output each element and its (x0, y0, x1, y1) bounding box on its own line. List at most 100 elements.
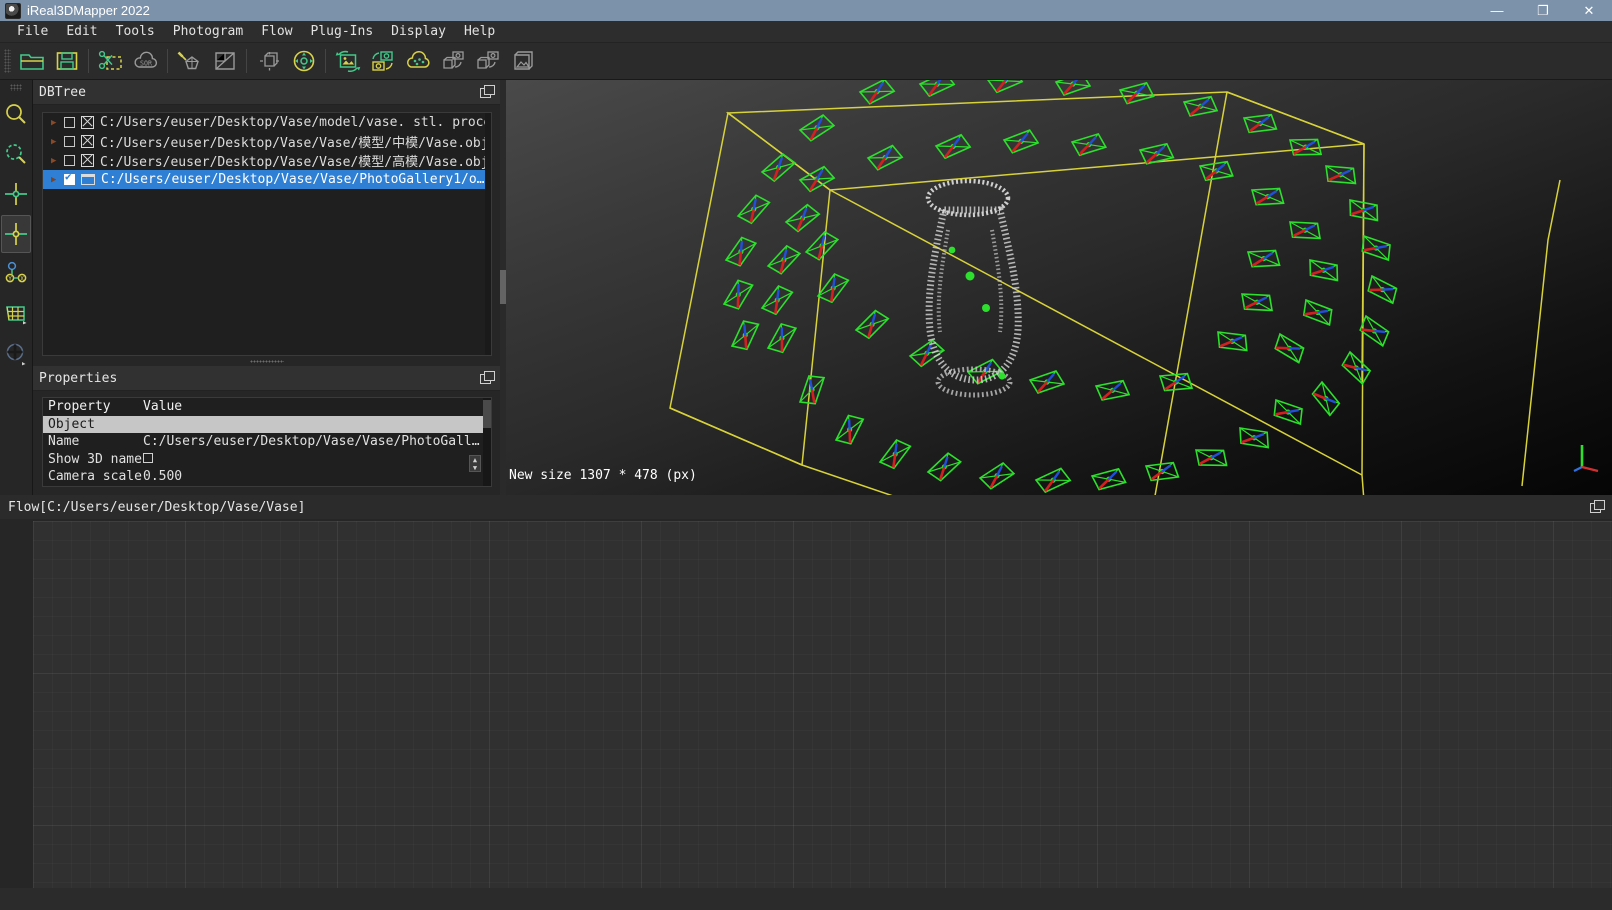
tree-item-label: C:/Users/euser/Desktop/Vase/Vase/模型/中模/V… (100, 136, 489, 151)
property-value: 0.500 (143, 469, 183, 485)
navigate-icon[interactable] (286, 46, 321, 77)
maximize-button[interactable]: ❐ (1520, 0, 1566, 21)
mesh-icon (81, 135, 94, 148)
expand-arrow-icon[interactable]: ▶ (51, 175, 64, 185)
magnifier-icon[interactable] (1, 95, 31, 133)
float-window-icon[interactable] (480, 371, 495, 385)
property-key: Object (48, 416, 95, 432)
flow-bottom-bar (0, 888, 1612, 910)
dock-splitter[interactable] (33, 356, 500, 366)
property-row-current-pic[interactable]: Current Pic GPUimg… (43, 486, 491, 487)
mesh-icon (81, 116, 94, 129)
column-header-value: Value (143, 399, 183, 415)
properties-scrollbar[interactable] (483, 398, 491, 486)
tree-item-checkbox[interactable] (64, 117, 75, 128)
cloud-camera-icon[interactable] (470, 46, 505, 77)
camera-sync-icon[interactable] (365, 46, 400, 77)
property-row-camera-scale[interactable]: Camera scale 0.500 (43, 468, 491, 486)
camera-scale-spinner[interactable]: ▲ ▼ (469, 455, 481, 472)
mesh-icon (81, 154, 94, 167)
toolbar-separator (167, 49, 168, 73)
texture-box-icon[interactable] (505, 46, 540, 77)
float-window-icon[interactable] (480, 85, 495, 99)
flow-left-rail (0, 521, 33, 910)
tree-item-checkbox[interactable] (64, 171, 75, 185)
property-key: Camera scale (48, 469, 142, 485)
rail-grip[interactable] (10, 84, 22, 91)
crosshair-point-icon[interactable] (1, 175, 31, 213)
dbtree-title: DBTree (39, 84, 86, 100)
viewport-splitter-grip[interactable] (500, 270, 506, 304)
hammer-mesh-icon[interactable] (172, 46, 207, 77)
tree-item-label: C:/Users/euser/Desktop/Vase/Vase/模型/高模/V… (100, 155, 489, 170)
property-row-name[interactable]: Name C:/Users/euser/Desktop/Vase/Vase/Ph… (43, 433, 491, 451)
menu-item-help[interactable]: Help (455, 22, 504, 41)
dbtree-scrollbar[interactable] (485, 113, 491, 355)
properties-title: Properties (39, 370, 118, 386)
property-value: C:/Users/euser/Desktop/Vase/Vase/PhotoGa… (143, 434, 480, 450)
window-controls: — ❐ ✕ (1474, 0, 1612, 21)
axis-gizmo-icon (1572, 437, 1606, 473)
crosshair-center-icon[interactable] (1, 215, 31, 253)
toolbar-grip[interactable] (4, 49, 11, 73)
toolbar-separator (88, 49, 89, 73)
cut-selection-icon[interactable] (93, 46, 128, 77)
tree-item[interactable]: ▶ C:/Users/euser/Desktop/Vase/model/vase… (43, 113, 491, 132)
save-disk-icon[interactable] (49, 46, 84, 77)
toolbar-separator (325, 49, 326, 73)
flow-panel: Flow[C:/Users/euser/Desktop/Vase/Vase] (0, 495, 1612, 910)
menu-item-flow[interactable]: Flow (252, 22, 301, 41)
app-logo-icon (5, 2, 21, 19)
menu-item-photogram[interactable]: Photogram (164, 22, 252, 41)
svg-text:X: X (20, 276, 24, 283)
photo-refresh-icon[interactable] (330, 46, 365, 77)
flow-canvas[interactable]: ject Mesh source data(#) Auto import Rel… (33, 521, 1612, 888)
expand-arrow-icon[interactable]: ▶ (51, 137, 64, 147)
property-value: GPUimg… (143, 486, 491, 487)
menu-item-tools[interactable]: Tools (107, 22, 164, 41)
flow-links (33, 521, 1612, 888)
property-row-show-3d-name[interactable]: Show 3D name (43, 451, 491, 469)
title-bar: iReal3DMapper 2022 — ❐ ✕ (0, 0, 1612, 21)
folder-icon (81, 174, 95, 185)
tree-item-selected[interactable]: ▶ C:/Users/euser/Desktop/Vase/Vase/Photo… (43, 170, 491, 189)
magnifier-select-icon[interactable] (1, 135, 31, 173)
open-folder-icon[interactable] (14, 46, 49, 77)
menu-item-display[interactable]: Display (382, 22, 455, 41)
svg-text:SOR: SOR (140, 60, 152, 68)
tree-item-checkbox[interactable] (64, 136, 75, 147)
main-area: YX DBTree ▶ C:/Users/euser/Desktop/Vase/… (0, 80, 1612, 495)
3d-viewport[interactable]: New size 1307 * 478 (px) (500, 80, 1612, 495)
menu-item-plugins[interactable]: Plug-Ins (302, 22, 383, 41)
minimize-button[interactable]: — (1474, 0, 1520, 21)
property-key: Current Pic (43, 486, 143, 487)
flow-title: Flow[C:/Users/euser/Desktop/Vase/Vase] (8, 499, 306, 515)
dbtree-panel-header: DBTree (33, 80, 500, 105)
bounding-box-icon[interactable] (251, 46, 286, 77)
expand-arrow-icon[interactable]: ▶ (51, 118, 64, 128)
properties-panel-header: Properties (33, 366, 500, 391)
expand-arrow-icon[interactable]: ▶ (51, 156, 64, 166)
uv-unwrap-icon[interactable] (207, 46, 242, 77)
property-key: Name (48, 434, 80, 450)
move-gizmo-icon[interactable] (1, 335, 31, 373)
menu-item-file[interactable]: File (8, 22, 57, 41)
tree-item-checkbox[interactable] (64, 155, 75, 166)
close-button[interactable]: ✕ (1566, 0, 1612, 21)
properties-table[interactable]: Property Value Object Name C:/Users/euse… (42, 397, 492, 487)
axis-node-icon[interactable]: YX (1, 255, 31, 293)
toolbar-separator (246, 49, 247, 73)
show-3d-name-checkbox[interactable] (143, 452, 153, 463)
box-camera-icon[interactable] (435, 46, 470, 77)
grid-plane-icon[interactable] (1, 295, 31, 333)
float-window-icon[interactable] (1590, 500, 1605, 514)
point-cloud-icon[interactable] (400, 46, 435, 77)
tree-item[interactable]: ▶ C:/Users/euser/Desktop/Vase/Vase/模型/高模… (43, 151, 491, 170)
tree-item[interactable]: ▶ C:/Users/euser/Desktop/Vase/Vase/模型/中模… (43, 132, 491, 151)
property-row-object[interactable]: Object (43, 415, 491, 433)
sor-cloud-icon[interactable]: SOR (128, 46, 163, 77)
dbtree-list[interactable]: ▶ C:/Users/euser/Desktop/Vase/model/vase… (42, 112, 492, 356)
main-toolbar: SOR (0, 43, 1612, 80)
menu-item-edit[interactable]: Edit (57, 22, 106, 41)
menu-bar: File Edit Tools Photogram Flow Plug-Ins … (0, 21, 1612, 43)
